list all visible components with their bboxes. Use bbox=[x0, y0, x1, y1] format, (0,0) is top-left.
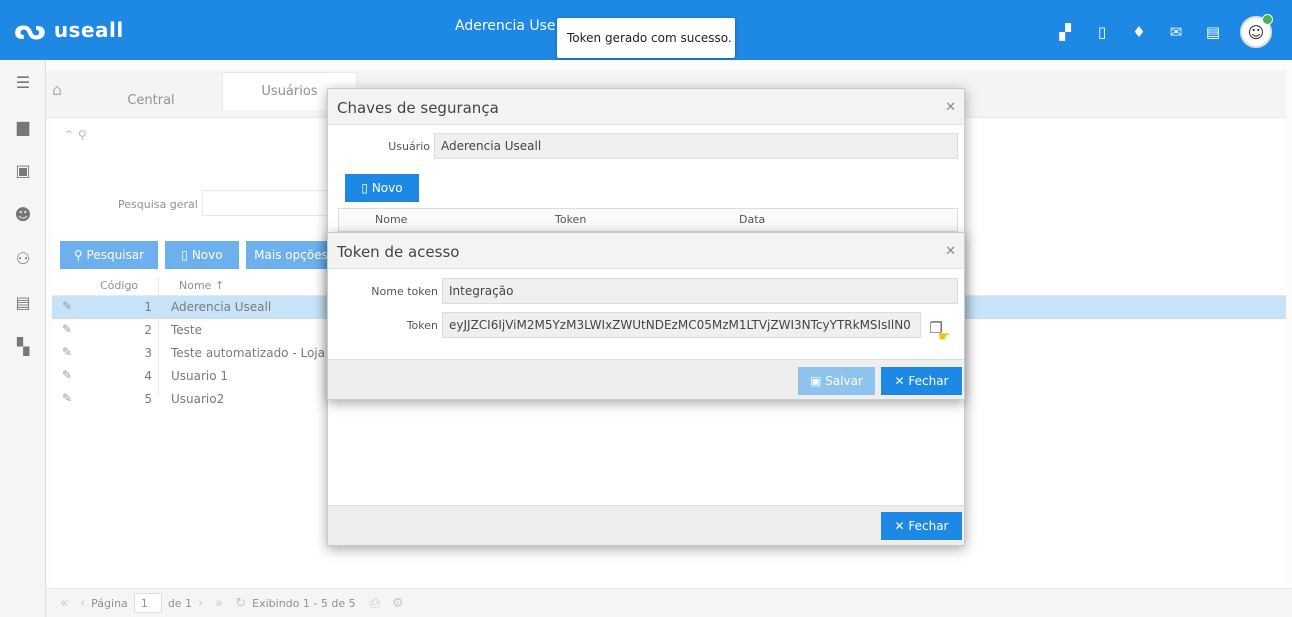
dialog-header: Chaves de segurança ✕ bbox=[328, 89, 964, 125]
document-icon[interactable]: ▤ bbox=[0, 280, 46, 324]
top-icons: ▞ ▯ ♦ ✉ ▤ ☺ bbox=[1041, 14, 1273, 48]
top-bar: ᔓ useall Aderencia Useall Token gerado c… bbox=[0, 0, 1292, 60]
face-icon[interactable]: ☻ bbox=[0, 192, 46, 236]
mail-icon[interactable]: ✉ bbox=[1163, 19, 1189, 45]
menu-icon[interactable]: ☰ bbox=[0, 60, 46, 104]
token-acesso-dialog: Token de acesso ✕ Nome token Integração … bbox=[327, 232, 965, 400]
fechar-chaves-label: Fechar bbox=[908, 519, 949, 533]
close-icon: ✕ bbox=[894, 519, 909, 533]
header-title: Aderencia Useall bbox=[455, 18, 555, 34]
avatar[interactable]: ☺ bbox=[1240, 14, 1273, 48]
tokens-grid-header: Nome Token Data bbox=[338, 208, 958, 232]
novo-chave-button[interactable]: ▯ Novo bbox=[345, 174, 419, 202]
logo-text: useall bbox=[53, 18, 124, 42]
new-document-icon: ▯ bbox=[361, 181, 372, 195]
col-token[interactable]: Token bbox=[555, 213, 586, 226]
folder-icon[interactable]: ▆ bbox=[0, 104, 46, 148]
fechar-token-button[interactable]: ✕ Fechar bbox=[881, 367, 962, 395]
close-icon: ✕ bbox=[894, 374, 909, 388]
nome-token-field[interactable]: Integração bbox=[442, 278, 958, 304]
left-rail: ☰ ▆ ▣ ☻ ⚇ ▤ ▚ bbox=[0, 60, 46, 617]
fechar-chaves-button[interactable]: ✕ Fechar bbox=[881, 512, 962, 540]
novo-chave-label: Novo bbox=[371, 181, 403, 195]
col-data[interactable]: Data bbox=[739, 213, 765, 226]
fechar-token-label: Fechar bbox=[908, 374, 949, 388]
online-status-dot bbox=[1262, 14, 1273, 25]
mobile-icon[interactable]: ▯ bbox=[1089, 19, 1115, 45]
dashboard-icon[interactable]: ▚ bbox=[0, 324, 46, 368]
users-icon[interactable]: ⚇ bbox=[0, 236, 46, 280]
close-icon[interactable]: ✕ bbox=[945, 100, 956, 115]
dialog-footer bbox=[328, 505, 964, 545]
salvar-button[interactable]: ▣ Salvar bbox=[798, 367, 875, 395]
usuario-label: Usuário bbox=[388, 140, 430, 153]
nome-token-label: Nome token bbox=[371, 285, 438, 298]
token-label: Token bbox=[406, 319, 438, 332]
usuario-field: Aderencia Useall bbox=[434, 133, 958, 159]
notification-icon[interactable]: ♦ bbox=[1126, 19, 1152, 45]
success-toast: Token gerado com sucesso. bbox=[557, 18, 735, 58]
useall-logo-icon: ᔓ bbox=[14, 13, 46, 46]
calendar-icon[interactable]: ▣ bbox=[0, 148, 46, 192]
col-token-nome[interactable]: Nome bbox=[375, 213, 407, 226]
dialog-title: Chaves de segurança bbox=[337, 99, 499, 117]
token-field[interactable]: eyJJZCI6IjViM2M5YzM3LWIxZWUtNDEzMC05MzM1… bbox=[442, 312, 921, 338]
dialog-title: Token de acesso bbox=[337, 243, 460, 261]
dialog-header: Token de acesso ✕ bbox=[328, 233, 964, 269]
hand-cursor-icon: ☛ bbox=[938, 329, 951, 345]
salvar-label: Salvar bbox=[825, 374, 863, 388]
apps-icon[interactable]: ▞ bbox=[1052, 19, 1078, 45]
chat-icon[interactable]: ▤ bbox=[1200, 19, 1226, 45]
app-logo[interactable]: ᔓ useall bbox=[14, 16, 124, 44]
close-icon[interactable]: ✕ bbox=[945, 244, 956, 259]
save-icon: ▣ bbox=[810, 374, 826, 388]
